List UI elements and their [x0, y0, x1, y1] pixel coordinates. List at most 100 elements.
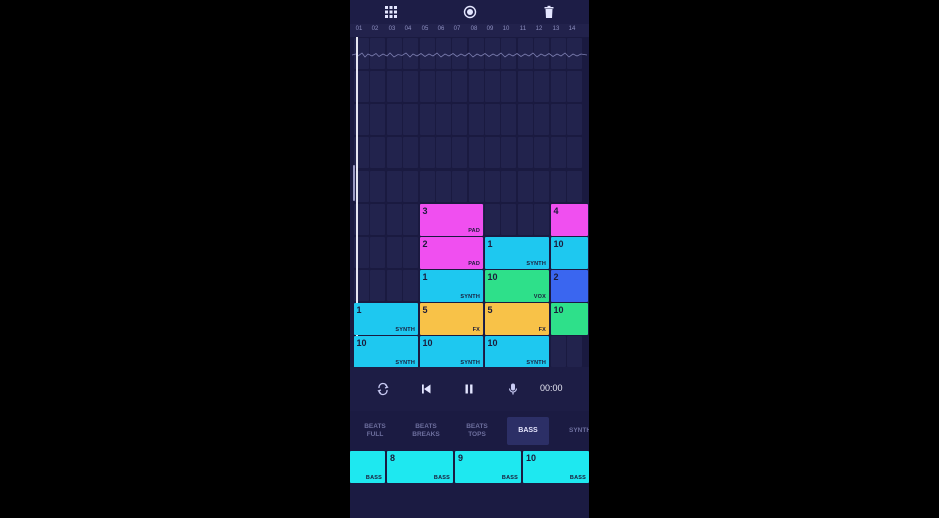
tab-beats-tops[interactable]: BEATS TOPS [460, 417, 494, 445]
clip[interactable]: 10 SYNTH [484, 335, 549, 368]
clip[interactable]: 4 [550, 203, 588, 236]
sound-pad[interactable]: BASS [350, 451, 385, 483]
empty-slot[interactable] [566, 336, 582, 367]
empty-slot[interactable] [402, 171, 418, 202]
sound-pad[interactable]: 10 BASS [523, 451, 589, 483]
tab-bass[interactable]: BASS [507, 417, 549, 445]
clip[interactable]: 10 SYNTH [419, 335, 483, 368]
empty-slot[interactable] [451, 104, 467, 135]
skip-back-icon[interactable] [419, 382, 433, 396]
empty-slot[interactable] [566, 137, 582, 168]
empty-slot[interactable] [419, 104, 435, 135]
empty-slot[interactable] [402, 204, 418, 235]
empty-slot[interactable] [369, 237, 385, 268]
empty-slot[interactable] [484, 137, 500, 168]
empty-slot[interactable] [550, 137, 566, 168]
empty-slot[interactable] [402, 71, 418, 102]
empty-slot[interactable] [517, 104, 533, 135]
empty-slot[interactable] [402, 237, 418, 268]
empty-slot[interactable] [533, 171, 549, 202]
empty-slot[interactable] [468, 104, 484, 135]
clip[interactable]: 10 VOX [484, 269, 549, 302]
empty-slot[interactable] [369, 204, 385, 235]
empty-slot[interactable] [386, 137, 402, 168]
sound-pad[interactable]: 8 BASS [387, 451, 453, 483]
grid-icon[interactable] [384, 5, 398, 19]
empty-slot[interactable] [435, 71, 451, 102]
clip[interactable]: 1 SYNTH [419, 269, 483, 302]
empty-slot[interactable] [451, 71, 467, 102]
empty-slot[interactable] [500, 104, 516, 135]
empty-slot[interactable] [369, 71, 385, 102]
empty-slot[interactable] [566, 171, 582, 202]
empty-slot[interactable] [533, 71, 549, 102]
vertical-scroll-thumb[interactable] [353, 165, 355, 201]
empty-slot[interactable] [533, 104, 549, 135]
empty-slot[interactable] [500, 204, 516, 235]
empty-slot[interactable] [484, 204, 500, 235]
empty-slot[interactable] [386, 270, 402, 301]
empty-slot[interactable] [484, 104, 500, 135]
pause-icon[interactable] [462, 382, 476, 396]
empty-slot[interactable] [468, 171, 484, 202]
empty-slot[interactable] [550, 336, 566, 367]
empty-slot[interactable] [550, 104, 566, 135]
empty-slot[interactable] [451, 171, 467, 202]
empty-slot[interactable] [533, 204, 549, 235]
clip[interactable]: 10 [550, 302, 588, 335]
clip[interactable]: 10 [550, 236, 588, 269]
empty-slot[interactable] [402, 270, 418, 301]
empty-slot[interactable] [484, 171, 500, 202]
empty-slot[interactable] [419, 171, 435, 202]
empty-slot[interactable] [386, 104, 402, 135]
empty-slot[interactable] [386, 204, 402, 235]
empty-slot[interactable] [419, 137, 435, 168]
clip[interactable]: 1 SYNTH [484, 236, 549, 269]
clip[interactable]: 5 FX [484, 302, 549, 335]
loop-icon[interactable] [376, 382, 390, 396]
empty-slot[interactable] [500, 137, 516, 168]
empty-slot[interactable] [500, 71, 516, 102]
empty-slot[interactable] [566, 71, 582, 102]
empty-slot[interactable] [386, 71, 402, 102]
clip[interactable]: 10 SYNTH [353, 335, 418, 368]
empty-slot[interactable] [517, 171, 533, 202]
empty-slot[interactable] [517, 204, 533, 235]
empty-slot[interactable] [402, 104, 418, 135]
tab-beats-breaks[interactable]: BEATS BREAKS [408, 417, 444, 445]
clip[interactable]: 3 PAD [419, 203, 483, 236]
empty-slot[interactable] [566, 104, 582, 135]
clip[interactable]: 2 [550, 269, 588, 302]
empty-slot[interactable] [533, 137, 549, 168]
empty-slot[interactable] [369, 104, 385, 135]
tab-synth[interactable]: SYNTH [560, 417, 589, 445]
empty-slot[interactable] [517, 137, 533, 168]
empty-slot[interactable] [369, 171, 385, 202]
empty-slot[interactable] [419, 71, 435, 102]
tab-beats-full[interactable]: BEATS FULL [358, 417, 392, 445]
clip[interactable]: 5 FX [419, 302, 483, 335]
empty-slot[interactable] [484, 71, 500, 102]
record-icon[interactable] [463, 5, 477, 19]
empty-slot[interactable] [550, 171, 566, 202]
sound-pad[interactable]: 9 BASS [455, 451, 521, 483]
clip[interactable]: 1 SYNTH [353, 302, 418, 335]
empty-slot[interactable] [500, 171, 516, 202]
clip[interactable]: 2 PAD [419, 236, 483, 269]
empty-slot[interactable] [468, 137, 484, 168]
empty-slot[interactable] [517, 71, 533, 102]
empty-slot[interactable] [369, 137, 385, 168]
empty-slot[interactable] [451, 137, 467, 168]
empty-slot[interactable] [386, 237, 402, 268]
clip-grid[interactable]: 3 PAD 4 2 PAD 1 SYNTH 10 1 SYNTH 10 VOX 2 1 SYNTH 5 FX 5 F… [350, 37, 589, 368]
trash-icon[interactable] [542, 5, 556, 19]
bar-ruler[interactable]: 01 02 03 04 05 06 07 08 09 10 11 12 13 14 [350, 24, 589, 37]
microphone-icon[interactable] [506, 382, 520, 396]
empty-slot[interactable] [435, 137, 451, 168]
empty-slot[interactable] [369, 270, 385, 301]
empty-slot[interactable] [386, 171, 402, 202]
empty-slot[interactable] [550, 71, 566, 102]
empty-slot[interactable] [435, 171, 451, 202]
empty-slot[interactable] [435, 104, 451, 135]
empty-slot[interactable] [468, 71, 484, 102]
